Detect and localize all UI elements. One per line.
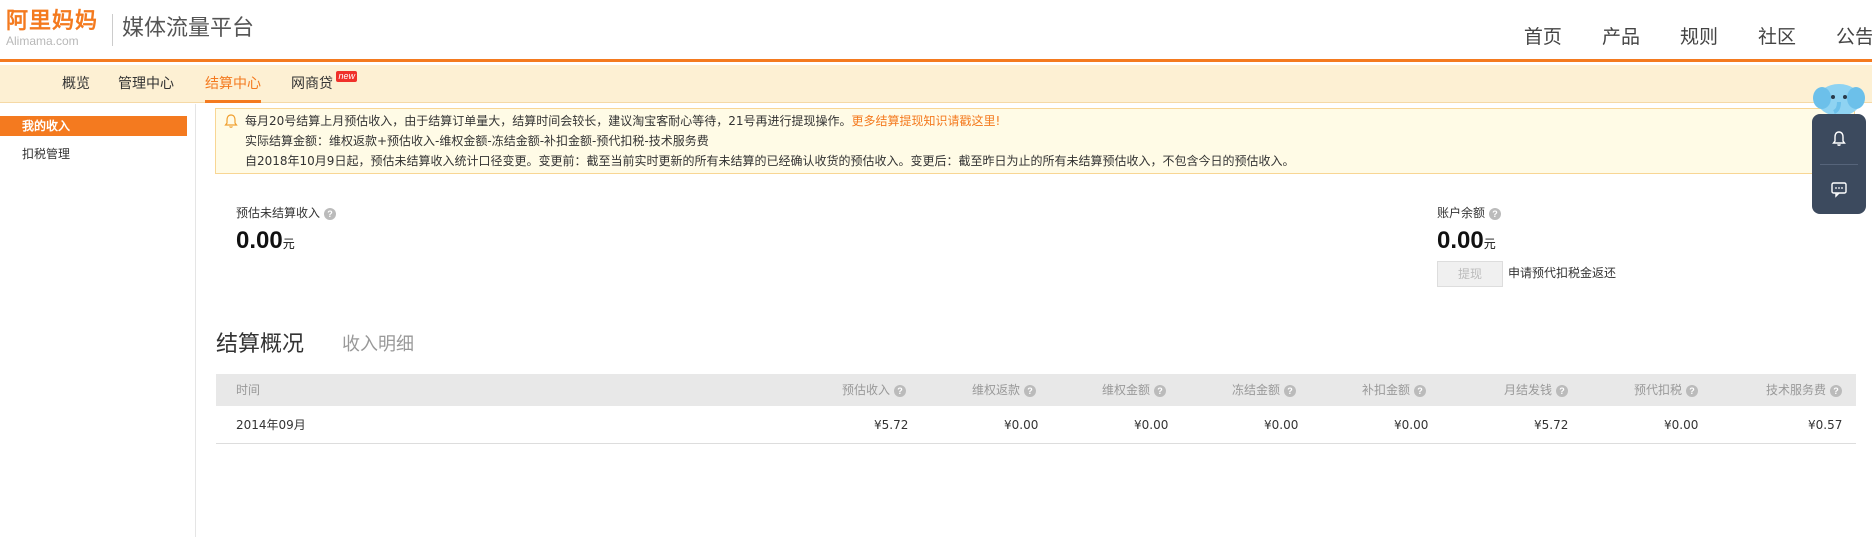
- mascot-elephant-icon[interactable]: [1812, 78, 1866, 118]
- platform-title: 媒体流量平台: [122, 16, 255, 41]
- estimated-income-value: 0.00元: [236, 227, 295, 258]
- nav-announcements[interactable]: 公告: [1836, 22, 1872, 52]
- estimated-income-label-text: 预估未结算收入: [236, 206, 321, 220]
- currency-unit: 元: [1483, 237, 1496, 251]
- balance-value: 0.00元: [1437, 227, 1496, 258]
- cell-time: 2014年09月: [236, 418, 306, 432]
- cell-prepaid-tax: ¥0.00: [1664, 418, 1699, 432]
- nav-community[interactable]: 社区: [1758, 22, 1796, 52]
- subnav-overview[interactable]: 概览: [62, 65, 90, 103]
- table-header-row: 时间 预估收入? 维权返款? 维权金额? 冻结金额? 补扣金额? 月结发钱? 预…: [216, 374, 1856, 406]
- subnav-settlement[interactable]: 结算中心: [205, 65, 261, 103]
- balance-label-text: 账户余额: [1437, 206, 1486, 220]
- notice-line-2: 实际结算金额：维权返款+预估收入-维权金额-冻结金额-补扣金额-预代扣税-技术服…: [245, 134, 709, 148]
- top-nav: 首页 产品 规则 社区 公告: [1484, 22, 1872, 52]
- logo-text-cn: 阿里妈妈: [6, 9, 99, 34]
- balance-amount: 0.00: [1437, 227, 1484, 254]
- help-icon[interactable]: ?: [1414, 384, 1427, 397]
- col-header-rights-refund: 维权返款?: [972, 374, 1037, 406]
- notice-text-1: 每月20号结算上月预估收入，由于结算订单量大，结算时间会较长，建议淘宝客耐心等待…: [245, 114, 852, 128]
- top-header: 阿里妈妈 Alimama.com 媒体流量平台 首页 产品 规则 社区 公告: [0, 0, 1872, 62]
- estimated-income-amount: 0.00: [236, 227, 283, 254]
- cell-frozen-amount: ¥0.00: [1264, 418, 1299, 432]
- col-header-rights-amount: 维权金额?: [1102, 374, 1167, 406]
- subnav-management[interactable]: 管理中心: [118, 65, 174, 103]
- help-icon[interactable]: ?: [1830, 384, 1843, 397]
- table-row: 2014年09月 ¥5.72 ¥0.00 ¥0.00 ¥0.00 ¥0.00 ¥…: [216, 406, 1856, 444]
- help-icon[interactable]: ?: [1024, 384, 1037, 397]
- cell-rights-refund: ¥0.00: [1004, 418, 1039, 432]
- settlement-table: 时间 预估收入? 维权返款? 维权金额? 冻结金额? 补扣金额? 月结发钱? 预…: [216, 374, 1856, 444]
- help-icon[interactable]: ?: [894, 384, 907, 397]
- cell-service-fee: ¥0.57: [1808, 418, 1843, 432]
- balance-label: 账户余额?: [1437, 205, 1502, 221]
- col-header-service-fee: 技术服务费?: [1766, 374, 1843, 406]
- cell-deduction-amount: ¥0.00: [1394, 418, 1429, 432]
- col-header-time: 时间: [236, 383, 261, 397]
- notice-line-1: 每月20号结算上月预估收入，由于结算订单量大，结算时间会较长，建议淘宝客耐心等待…: [245, 112, 1000, 130]
- widget-divider: [1820, 164, 1858, 165]
- help-icon[interactable]: ?: [324, 207, 337, 220]
- sidebar-item-tax-management[interactable]: 扣税管理: [0, 144, 187, 164]
- subnav-loan[interactable]: 网商贷 new: [291, 65, 357, 103]
- estimated-income-label: 预估未结算收入?: [236, 205, 337, 221]
- tab-income-detail[interactable]: 收入明细: [342, 330, 414, 360]
- logo-text-en: Alimama.com: [6, 34, 79, 48]
- help-icon[interactable]: ?: [1489, 207, 1502, 220]
- sidebar-item-my-income[interactable]: 我的收入: [0, 116, 187, 136]
- help-icon[interactable]: ?: [1284, 384, 1297, 397]
- col-header-monthly-payout: 月结发钱?: [1504, 374, 1569, 406]
- cell-estimated-income: ¥5.72: [874, 418, 909, 432]
- alimama-logo[interactable]: 阿里妈妈 Alimama.com: [6, 9, 99, 49]
- help-icon[interactable]: ?: [1556, 384, 1569, 397]
- nav-products[interactable]: 产品: [1602, 22, 1640, 52]
- notification-bell-icon[interactable]: [1829, 129, 1849, 149]
- sub-nav: 概览 管理中心 结算中心 网商贷 new: [0, 65, 1872, 103]
- sidebar: 我的收入 扣税管理: [0, 104, 196, 537]
- col-header-deduction-amount: 补扣金额?: [1362, 374, 1427, 406]
- logo-divider: [112, 14, 113, 46]
- notice-line-3: 自2018年10月9日起，预估未结算收入统计口径变更。变更前：截至当前实时更新的…: [245, 154, 1295, 168]
- new-badge: new: [336, 71, 357, 82]
- floating-service-widget: [1812, 114, 1866, 214]
- cell-rights-amount: ¥0.00: [1134, 418, 1169, 432]
- help-icon[interactable]: ?: [1686, 384, 1699, 397]
- apply-tax-refund-link[interactable]: 申请预代扣税金返还: [1508, 265, 1616, 281]
- chat-message-icon[interactable]: [1829, 179, 1849, 199]
- help-icon[interactable]: ?: [1154, 384, 1167, 397]
- col-header-frozen-amount: 冻结金额?: [1232, 374, 1297, 406]
- subnav-loan-label: 网商贷: [291, 76, 333, 92]
- col-header-prepaid-tax: 预代扣税?: [1634, 374, 1699, 406]
- notice-knowledge-link[interactable]: 更多结算提现知识请戳这里!: [852, 114, 1001, 128]
- notice-banner: 每月20号结算上月预估收入，由于结算订单量大，结算时间会较长，建议淘宝客耐心等待…: [215, 108, 1855, 174]
- bell-icon: [224, 114, 238, 128]
- currency-unit: 元: [282, 237, 295, 251]
- cell-monthly-payout: ¥5.72: [1534, 418, 1569, 432]
- col-header-estimated-income: 预估收入?: [842, 374, 907, 406]
- nav-home[interactable]: 首页: [1524, 22, 1562, 52]
- withdraw-button[interactable]: 提现: [1437, 261, 1503, 287]
- tab-settlement-overview[interactable]: 结算概况: [216, 330, 304, 360]
- nav-rules[interactable]: 规则: [1680, 22, 1718, 52]
